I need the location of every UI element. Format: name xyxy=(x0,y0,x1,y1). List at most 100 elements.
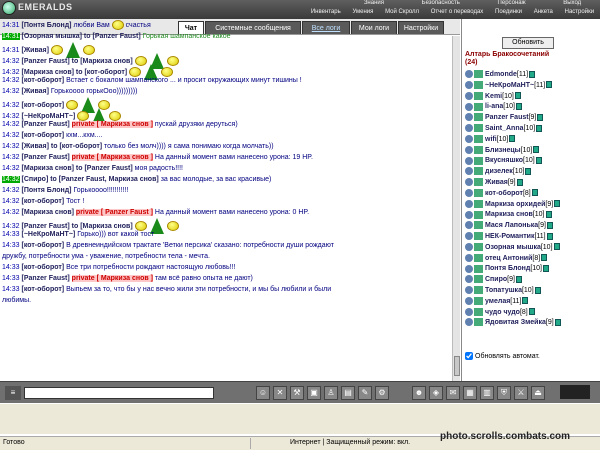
user-info-icon[interactable] xyxy=(465,178,473,187)
user-info-icon[interactable] xyxy=(465,232,473,241)
user-info-icon[interactable] xyxy=(465,91,473,100)
chat-nick[interactable]: [Живая] to [кот-оборот] xyxy=(21,143,102,150)
user-row[interactable]: Saint_Anna[10] xyxy=(465,124,599,135)
people-icon[interactable]: ♙ xyxy=(324,386,338,400)
user-name[interactable]: чудо чудо xyxy=(485,309,520,316)
smiley-icon[interactable]: ☻ xyxy=(412,386,426,400)
user-row[interactable]: ~НеКроМаНТ~[11] xyxy=(465,80,599,92)
chat-nick[interactable]: [Озорная мышка] to [Panzer Faust] xyxy=(21,33,140,40)
user-row[interactable]: НЕК-Романтик[11] xyxy=(465,232,599,243)
nav-transfers[interactable]: Отчет о переводах xyxy=(431,9,484,18)
chat-nick[interactable]: [кот-оборот] xyxy=(21,77,64,84)
user-row[interactable]: Мася Лапонька[9] xyxy=(465,221,599,232)
chat-nick[interactable]: [Маркиза снов] to [Panzer Faust] xyxy=(21,165,132,172)
user-info-icon[interactable] xyxy=(465,102,473,111)
tools-icon[interactable]: ✎ xyxy=(358,386,372,400)
map-icon[interactable]: ▦ xyxy=(463,386,477,400)
user-info-icon[interactable] xyxy=(465,156,473,165)
user-info-icon[interactable] xyxy=(465,70,473,79)
nav-exit[interactable]: Выход xyxy=(563,0,581,9)
user-info-icon[interactable] xyxy=(465,264,473,273)
user-info-icon[interactable] xyxy=(465,188,473,197)
chat-private-tag[interactable]: private [ Маркиза снов ] xyxy=(71,154,153,161)
refresh-button[interactable]: Обновить xyxy=(502,37,554,49)
book-icon[interactable]: ▥ xyxy=(480,386,494,400)
nav-knowledge[interactable]: Знания xyxy=(364,0,384,9)
user-info-icon[interactable] xyxy=(465,286,473,295)
auto-refresh-toggle[interactable]: Обновлять автомат. xyxy=(465,352,540,360)
user-row[interactable]: Понтя Блонд[10] xyxy=(465,264,599,275)
nav-security[interactable]: Безопасность xyxy=(422,0,460,9)
scroll-thumb[interactable] xyxy=(454,356,460,376)
user-info-icon[interactable] xyxy=(465,253,473,262)
trash-icon[interactable]: ✕ xyxy=(273,386,287,400)
user-row[interactable]: Озорная мышка[10] xyxy=(465,242,599,254)
user-info-icon[interactable] xyxy=(465,210,473,219)
hammer-icon[interactable]: ⚒ xyxy=(290,386,304,400)
anvil-icon[interactable]: ▣ xyxy=(307,386,321,400)
user-info-icon[interactable] xyxy=(465,275,473,284)
settings-icon[interactable]: ⚙ xyxy=(375,386,389,400)
user-name[interactable]: Топатушка xyxy=(485,287,522,294)
chat-nick[interactable]: [кот-оборот] xyxy=(21,286,64,293)
user-info-icon[interactable] xyxy=(465,113,473,122)
shield-icon[interactable]: ⛨ xyxy=(497,386,511,400)
user-name[interactable]: Маркиза снов xyxy=(485,211,533,218)
user-row[interactable]: Edmonde[11] xyxy=(465,70,599,81)
chat-nick[interactable]: [Спиро] to [Panzer Faust, Маркиза снов] xyxy=(21,176,158,183)
user-name[interactable]: ~НеКроМаНТ~ xyxy=(485,82,534,89)
user-row[interactable]: отец Антоний[8] xyxy=(465,253,599,265)
user-name[interactable]: Живая xyxy=(485,179,508,186)
exit-icon[interactable]: ⏏ xyxy=(531,386,545,400)
user-name[interactable]: отец Антоний xyxy=(485,255,532,262)
nav-character[interactable]: Персонаж xyxy=(498,0,526,9)
user-name[interactable]: Маркиза орхидей xyxy=(485,201,545,208)
chat-nick[interactable]: [кот-оборот] xyxy=(21,198,64,205)
user-name[interactable]: Ядовитая Змейка xyxy=(485,319,546,326)
user-row[interactable]: умелая[11] xyxy=(465,296,599,308)
user-name[interactable]: дизелек xyxy=(485,168,513,175)
sword-icon[interactable]: ⚔ xyxy=(514,386,528,400)
chart-icon[interactable]: ▤ xyxy=(341,386,355,400)
user-name[interactable]: Kemi xyxy=(485,93,502,100)
user-name[interactable]: wifi xyxy=(485,136,497,143)
user-name[interactable]: НЕК-Романтик xyxy=(485,233,534,240)
user-info-icon[interactable] xyxy=(465,124,473,133)
user-row[interactable]: li-ana[10] xyxy=(465,102,599,113)
user-row[interactable]: Ядовитая Змейка[9] xyxy=(465,318,599,329)
chat-menu-icon[interactable]: ≡ xyxy=(5,386,21,400)
chat-scrollbar[interactable] xyxy=(452,36,460,381)
nav-my-scroll[interactable]: Мой Скролл xyxy=(385,9,419,18)
chat-message-input[interactable] xyxy=(24,387,214,399)
chat-nick[interactable]: [~НеКроМаНТ~] xyxy=(21,231,75,238)
user-info-icon[interactable] xyxy=(465,307,473,316)
user-info-icon[interactable] xyxy=(465,167,473,176)
user-row[interactable]: Топатушка[10] xyxy=(465,286,599,297)
nav-settings[interactable]: Настройки xyxy=(565,9,594,18)
user-name[interactable]: Понтя Блонд xyxy=(485,265,530,272)
chat-nick[interactable]: [Panzer Faust] xyxy=(21,275,69,282)
user-row[interactable]: кот-оборот[8] xyxy=(465,188,599,200)
chat-nick[interactable]: [кот-оборот] xyxy=(21,242,64,249)
chat-nick[interactable]: [Живая] xyxy=(21,88,48,95)
emote-icon[interactable]: ☺ xyxy=(256,386,270,400)
user-row[interactable]: Живая[9] xyxy=(465,178,599,189)
chat-nick[interactable]: [Понтя Блонд] xyxy=(21,187,71,194)
user-name[interactable]: li-ana xyxy=(485,103,503,110)
user-info-icon[interactable] xyxy=(465,134,473,143)
nav-inventory[interactable]: Инвентарь xyxy=(311,9,341,18)
nav-skills[interactable]: Умения xyxy=(352,9,373,18)
scroll-icon[interactable]: ✉ xyxy=(446,386,460,400)
user-row[interactable]: Маркиза орхидей[9] xyxy=(465,199,599,211)
user-info-icon[interactable] xyxy=(465,145,473,154)
user-row[interactable]: Kemi[10] xyxy=(465,91,599,103)
user-name[interactable]: Вкусняшко xyxy=(485,157,523,164)
chat-private-tag[interactable]: private [ Маркиза снов ] xyxy=(71,275,153,282)
user-row[interactable]: Panzer Faust[9] xyxy=(465,113,599,124)
user-name[interactable]: Мася Лапонька xyxy=(485,222,538,229)
user-row[interactable]: wifi[10] xyxy=(465,134,599,146)
user-info-icon[interactable] xyxy=(465,199,473,208)
chat-nick[interactable]: [Panzer Faust] xyxy=(21,121,69,128)
user-name[interactable]: Saint_Anna xyxy=(485,125,524,132)
user-info-icon[interactable] xyxy=(465,80,473,89)
